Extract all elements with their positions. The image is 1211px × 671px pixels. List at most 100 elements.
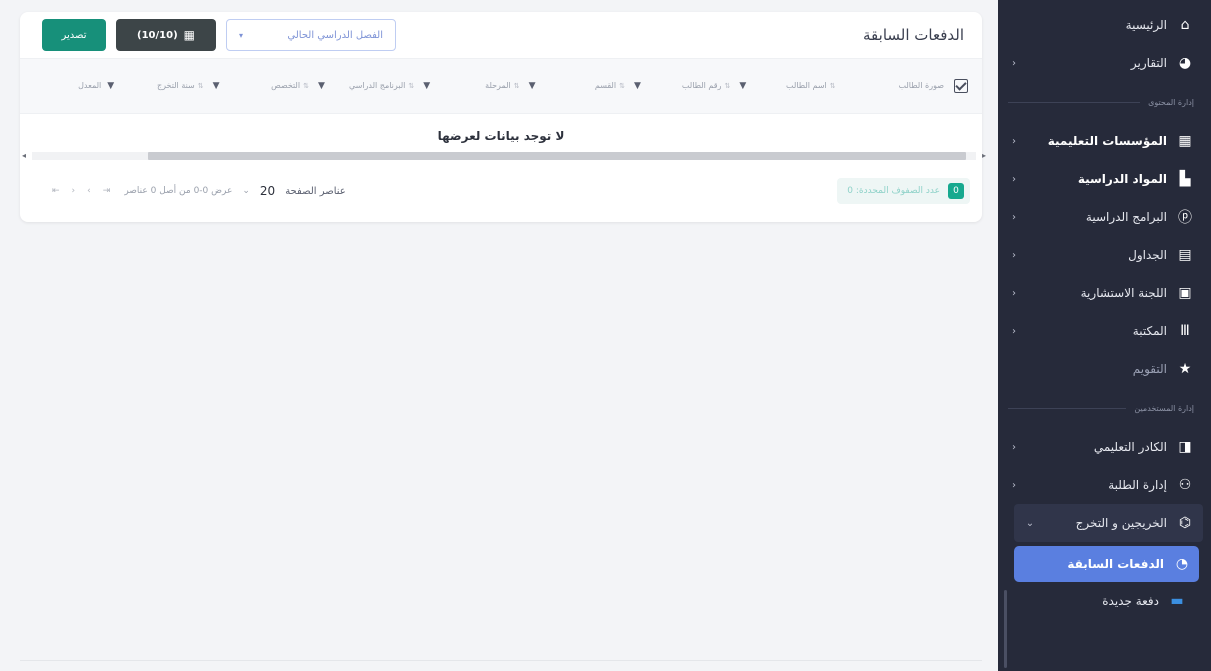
sidebar-item-label: الدفعات السابقة <box>1067 557 1164 571</box>
column-student-number[interactable]: ⇅ رقم الطالب ▼ <box>628 81 733 91</box>
sidebar-item-label: اللجنة الاستشارية <box>1080 286 1167 300</box>
graduation-cap-icon: ⌬ <box>1178 515 1192 531</box>
column-label: البرنامج الدراسي <box>348 81 406 90</box>
scrollbar-thumb[interactable] <box>148 152 966 160</box>
sort-icon[interactable]: ⇅ <box>724 81 730 91</box>
dropdown-label: الفصل الدراسي الحالي <box>287 29 383 41</box>
sort-icon[interactable]: ⇅ <box>303 81 309 91</box>
sidebar-item-graduates[interactable]: ⌬ الخريجين و التخرج ⌄ <box>1014 504 1203 542</box>
section-label: إدارة المحتوى <box>1148 97 1194 107</box>
sidebar-item-schedules[interactable]: ▤ الجداول ‹ <box>998 236 1211 274</box>
home-icon: ⌂ <box>1180 17 1190 33</box>
sidebar-item-library[interactable]: Ⅲ المكتبة ‹ <box>998 312 1211 350</box>
column-label: سنة التخرج <box>156 81 195 90</box>
sidebar-item-calendar[interactable]: ★ التقويم <box>998 350 1211 388</box>
column-student-photo[interactable]: صورة الطالب <box>839 81 944 91</box>
filter-icon[interactable]: ▼ <box>634 81 641 91</box>
chevron-left-icon: ‹ <box>1012 57 1016 69</box>
sidebar-item-label: المواد الدراسية <box>1077 172 1167 186</box>
select-all-checkbox[interactable] <box>954 79 968 93</box>
chevron-left-icon: ‹ <box>1012 287 1016 299</box>
program-icon: ⓟ <box>1178 210 1192 226</box>
column-label: القسم <box>594 81 617 90</box>
divider <box>1008 101 1141 103</box>
per-page-select[interactable]: 20 <box>260 184 275 198</box>
horizontal-scrollbar[interactable]: ◂ ▸ <box>22 151 986 160</box>
filter-icon[interactable]: ▼ <box>739 81 746 91</box>
column-specialization[interactable]: ⇅ التخصص ▼ <box>207 81 312 91</box>
book-icon: ▙ <box>1179 171 1191 187</box>
filter-icon[interactable]: ▼ <box>107 81 114 91</box>
chevron-left-icon: ‹ <box>1012 479 1016 491</box>
sidebar-item-reports[interactable]: ◕ التقارير ‹ <box>998 44 1211 82</box>
scroll-right-icon[interactable]: ▸ <box>982 151 986 160</box>
column-graduation-year[interactable]: ⇅ سنة التخرج ▼ <box>101 81 206 91</box>
sidebar-item-label: الخريجين و التخرج <box>1075 516 1167 530</box>
first-page-icon[interactable]: ⇥ <box>103 186 111 196</box>
chevron-down-icon: ▾ <box>239 30 244 40</box>
sidebar-item-advisory-committee[interactable]: ▣ اللجنة الاستشارية ‹ <box>998 274 1211 312</box>
chevron-left-icon: ‹ <box>1012 325 1016 337</box>
column-label: صورة الطالب <box>898 81 944 90</box>
scroll-left-icon[interactable]: ◂ <box>22 151 26 160</box>
columns-toggle-button[interactable]: ▦ (10/10) <box>116 19 216 51</box>
column-student-name[interactable]: ⇅ اسم الطالب ▼ <box>733 81 838 91</box>
chevron-left-icon: ‹ <box>1012 441 1016 453</box>
column-label: المرحلة <box>485 81 511 90</box>
sort-icon[interactable]: ⇅ <box>408 81 414 91</box>
sidebar-item-home[interactable]: ⌂ الرئيسية <box>998 6 1211 44</box>
sidebar-item-programs[interactable]: ⓟ البرامج الدراسية ‹ <box>998 198 1211 236</box>
column-gpa[interactable]: المعدل <box>38 81 101 91</box>
filter-icon[interactable]: ▼ <box>213 81 220 91</box>
chevron-down-icon[interactable]: ⌄ <box>242 186 250 196</box>
sidebar: ⌂ الرئيسية ◕ التقارير ‹ إدارة المحتوى ▦ … <box>998 0 1211 671</box>
sidebar-item-label: التقارير <box>1130 56 1167 70</box>
sort-icon[interactable]: ⇅ <box>619 81 625 91</box>
sort-icon[interactable]: ⇅ <box>198 81 204 91</box>
grid-icon: ▣ <box>1178 285 1192 301</box>
selected-count-badge: 0 <box>948 183 964 199</box>
table-footer: 0 عدد الصفوف المحددة: 0 عناصر الصفحة 20 … <box>20 174 982 208</box>
chevron-down-icon: ⌄ <box>1025 517 1035 529</box>
column-stage[interactable]: ⇅ المرحلة ▼ <box>417 81 522 91</box>
table-header: صورة الطالب ⇅ اسم الطالب ▼ ⇅ رقم الطالب … <box>20 58 982 114</box>
library-icon: Ⅲ <box>1180 323 1190 339</box>
sort-icon[interactable]: ⇅ <box>514 81 520 91</box>
filter-icon[interactable]: ▼ <box>423 81 430 91</box>
export-button[interactable]: تصدير <box>42 19 106 51</box>
sidebar-item-label: دفعة جديدة <box>1102 594 1159 608</box>
page-title: الدفعات السابقة <box>863 26 964 44</box>
sidebar-item-subjects[interactable]: ▙ المواد الدراسية ‹ <box>998 160 1211 198</box>
last-page-icon[interactable]: ⇤ <box>52 186 60 196</box>
sidebar-item-label: التقويم <box>1132 362 1167 376</box>
chevron-left-icon: ‹ <box>1012 135 1016 147</box>
selected-rows-label: عدد الصفوف المحددة: 0 <box>847 186 940 196</box>
selected-rows-chip: 0 عدد الصفوف المحددة: 0 <box>837 178 970 204</box>
filter-icon[interactable]: ▼ <box>318 81 325 91</box>
column-department[interactable]: ⇅ القسم ▼ <box>523 81 628 91</box>
sidebar-item-students[interactable]: ⚇ إدارة الطلبة ‹ <box>998 466 1211 504</box>
next-page-icon[interactable]: ‹ <box>72 186 76 196</box>
section-label: إدارة المستخدمين <box>1134 403 1194 413</box>
sort-icon[interactable]: ⇅ <box>830 81 836 91</box>
column-label: المعدل <box>78 81 102 90</box>
panel-header: الدفعات السابقة الفصل الدراسي الحالي ▾ ▦… <box>20 12 982 58</box>
column-program[interactable]: ⇅ البرنامج الدراسي ▼ <box>312 81 417 91</box>
chevron-left-icon: ‹ <box>1012 211 1016 223</box>
sidebar-item-previous-batches[interactable]: ◔ الدفعات السابقة <box>1014 546 1199 582</box>
previous-page-icon[interactable]: › <box>87 186 91 196</box>
semester-filter-dropdown[interactable]: الفصل الدراسي الحالي ▾ <box>226 19 396 51</box>
sidebar-item-label: إدارة الطلبة <box>1108 478 1167 492</box>
sidebar-item-label: الرئيسية <box>1125 18 1167 32</box>
column-label: رقم الطالب <box>681 81 722 90</box>
sidebar-item-new-batch[interactable]: ▬ دفعة جديدة <box>998 582 1211 620</box>
add-batch-icon: ▬ <box>1170 593 1184 609</box>
sidebar-item-staff[interactable]: ◨ الكادر التعليمي ‹ <box>998 428 1211 466</box>
sidebar-item-institutions[interactable]: ▦ المؤسسات التعليمية ‹ <box>998 122 1211 160</box>
door-icon: ◨ <box>1178 439 1192 455</box>
chevron-left-icon: ‹ <box>1012 173 1016 185</box>
sidebar-scrollbar[interactable] <box>1004 590 1007 668</box>
building-icon: ▦ <box>1178 133 1192 149</box>
filter-icon[interactable]: ▼ <box>529 81 536 91</box>
sidebar-item-label: المؤسسات التعليمية <box>1047 134 1167 148</box>
